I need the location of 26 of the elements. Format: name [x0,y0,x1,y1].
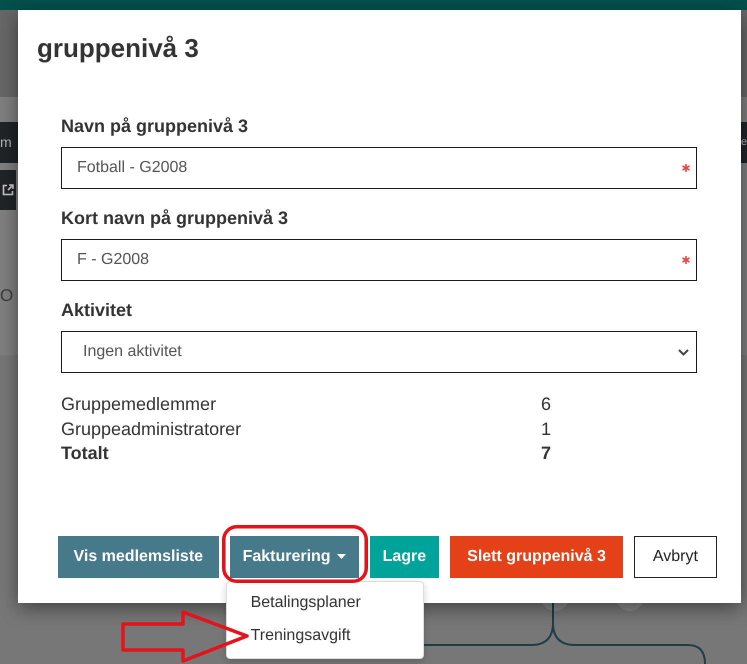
select-dropdown[interactable]: Ingen aktivitet [61,331,697,373]
text-input[interactable]: Fotball - G2008 [61,147,697,189]
delete-button[interactable]: Slett gruppenivå 3 [450,536,623,578]
chevron-down-icon [678,348,689,356]
background-tab[interactable]: e [741,122,747,163]
stat-label: Gruppemedlemmer [61,393,216,416]
caret-icon [336,554,346,559]
field-label: Kort navn på gruppenivå 3 [61,207,288,229]
stat-value: 6 [541,393,552,416]
dialog-title: gruppenivå 3 [37,33,199,64]
field-label: Aktivitet [61,299,132,321]
cancel-button[interactable]: Avbryt [634,536,717,578]
external-link-icon [2,184,14,196]
stat-value: 7 [541,442,552,465]
stat-value: 1 [541,418,552,440]
show-list-button[interactable]: Vis medlemsliste [58,536,219,578]
field-label: Navn på gruppenivå 3 [61,115,248,137]
dropdown-button[interactable]: Fakturering [230,536,359,578]
menu-item[interactable]: Betalingsplaner [226,586,423,619]
background-text: O [0,286,14,306]
stat-label: Totalt [61,442,109,465]
stat-label: Gruppeadministratorer [61,418,242,441]
text-input[interactable]: F - G2008 [61,239,697,281]
menu-item[interactable]: Treningsavgift [226,619,423,652]
background-button[interactable] [0,170,16,210]
background-tab[interactable]: m [0,122,18,163]
